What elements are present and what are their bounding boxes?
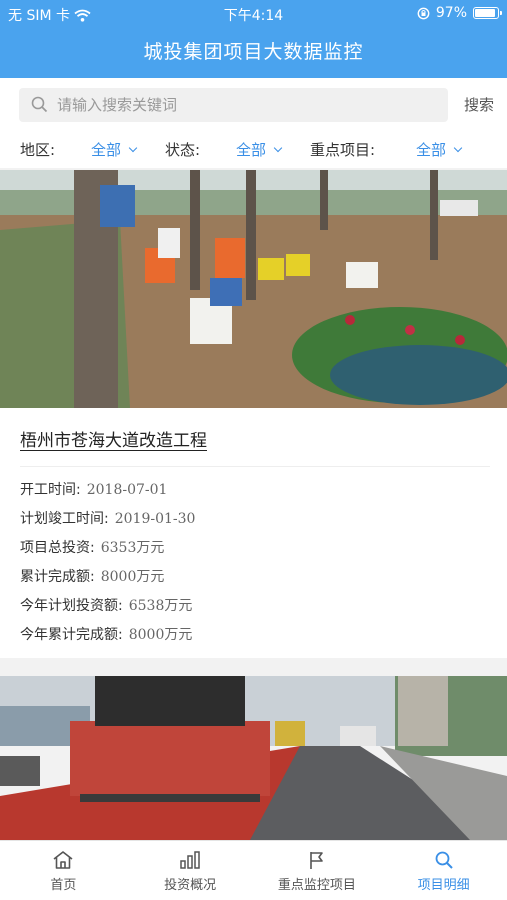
project-name[interactable]: 梧州市苍海大道改造工程 [20, 426, 207, 451]
search-box[interactable] [19, 88, 448, 122]
info-cumulative-completed: 累计完成额: 8000万元 [20, 569, 165, 585]
search-bar: 搜索 [0, 78, 507, 130]
info-planned-completion: 计划竣工时间: 2019-01-30 [20, 511, 196, 527]
filter-status-label: 状态: [165, 141, 201, 159]
battery-percent: 97% [435, 5, 467, 21]
search-icon [31, 96, 48, 113]
tab-investment-overview[interactable]: 投资概况 [127, 841, 254, 900]
tab-project-details-label: 项目明细 [417, 878, 470, 893]
tab-key-monitoring[interactable]: 重点监控项目 [254, 841, 381, 900]
chevron-down-icon [453, 143, 463, 152]
info-total-investment: 项目总投资: 6353万元 [20, 540, 165, 556]
filter-key-project-dropdown[interactable]: 全部 [416, 139, 463, 160]
tab-key-monitoring-label: 重点监控项目 [277, 878, 356, 893]
chevron-down-icon [128, 143, 138, 152]
filter-status-value: 全部 [236, 141, 267, 159]
nav-bar: 城投集团项目大数据监控 [0, 28, 507, 78]
info-completed-this-year: 今年累计完成额: 8000万元 [20, 627, 193, 643]
tab-project-details[interactable]: 项目明细 [380, 841, 507, 900]
search-input[interactable] [57, 88, 437, 122]
filter-key-project-value: 全部 [416, 141, 447, 159]
filter-key-project-label: 重点项目: [310, 141, 376, 159]
filter-bar: 地区: 全部 状态: 全部 重点项目: 全部 [0, 130, 507, 168]
info-planned-investment-this-year: 今年计划投资额: 6538万元 [20, 598, 193, 614]
search-icon [435, 851, 453, 869]
page-title: 城投集团项目大数据监控 [143, 41, 364, 63]
project-photo [0, 170, 507, 408]
project-card[interactable]: 梧州市苍海大道改造工程 开工时间: 2018-07-01 计划竣工时间: 2019-… [0, 170, 507, 658]
tab-home[interactable]: 首页 [0, 841, 127, 900]
project-card[interactable] [0, 676, 507, 840]
status-bar: 无 SIM 卡 下午4:14 97% [0, 0, 507, 28]
orientation-lock-icon [417, 7, 430, 19]
info-start-date: 开工时间: 2018-07-01 [20, 482, 168, 498]
search-button[interactable]: 搜索 [464, 94, 494, 115]
flag-icon [310, 852, 323, 869]
filter-status-dropdown[interactable]: 全部 [236, 139, 283, 160]
filter-region-label: 地区: [20, 141, 56, 159]
home-icon [53, 851, 73, 869]
project-photo [0, 676, 507, 840]
chevron-down-icon [273, 143, 283, 152]
bar-chart-icon [180, 851, 200, 869]
tab-investment-overview-label: 投资概况 [164, 878, 217, 893]
tab-bar: 首页 投资概况 重点监控项目 项目明细 [0, 840, 507, 900]
battery-icon [473, 7, 502, 19]
divider [20, 466, 490, 467]
filter-region-value: 全部 [91, 141, 122, 159]
tab-home-label: 首页 [50, 878, 77, 893]
filter-region-dropdown[interactable]: 全部 [91, 139, 138, 160]
